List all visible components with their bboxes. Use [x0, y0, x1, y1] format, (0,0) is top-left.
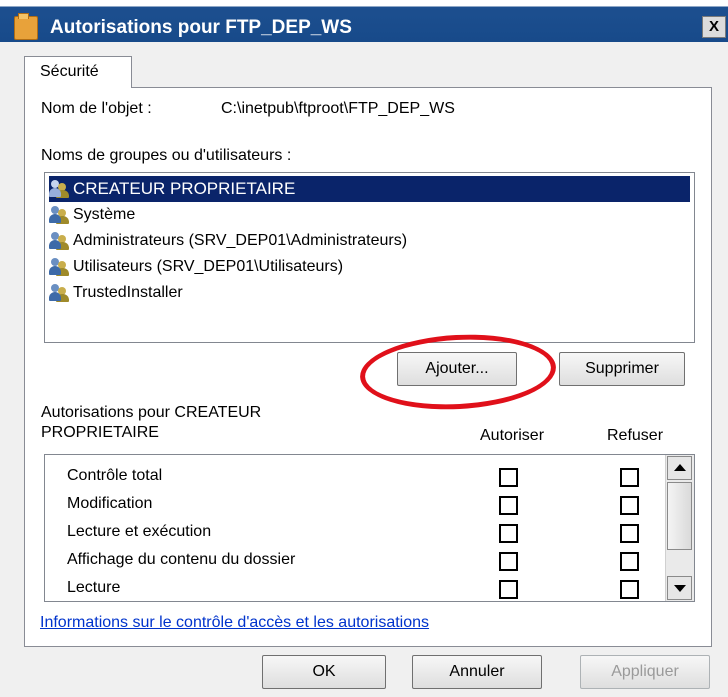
user-group-icon	[49, 257, 71, 277]
list-item[interactable]: Utilisateurs (SRV_DEP01\Utilisateurs)	[49, 254, 343, 280]
table-row: Contrôle total	[45, 463, 665, 491]
permissions-for-label-line2: PROPRIETAIRE	[41, 424, 159, 441]
deny-checkbox[interactable]	[620, 552, 639, 571]
object-path: C:\inetpub\ftproot\FTP_DEP_WS	[221, 100, 455, 117]
folder-icon	[14, 13, 38, 40]
deny-checkbox[interactable]	[620, 468, 639, 487]
allow-checkbox[interactable]	[499, 552, 518, 571]
permission-name: Affichage du contenu du dossier	[67, 551, 296, 568]
list-item[interactable]: Système	[49, 202, 135, 228]
remove-button[interactable]: Supprimer	[559, 352, 685, 386]
deny-checkbox[interactable]	[620, 496, 639, 515]
list-item[interactable]: CREATEUR PROPRIETAIRE	[49, 176, 690, 202]
apply-button[interactable]: Appliquer	[580, 655, 710, 689]
access-control-info-link[interactable]: Informations sur le contrôle d'accès et …	[40, 614, 429, 632]
group-name: Système	[73, 206, 136, 223]
object-name-label: Nom de l'objet :	[41, 100, 152, 117]
permission-name: Lecture et exécution	[67, 523, 212, 540]
group-name: Utilisateurs (SRV_DEP01\Utilisateurs)	[73, 258, 344, 275]
table-row: Affichage du contenu du dossier	[45, 547, 665, 575]
group-name: CREATEUR PROPRIETAIRE	[73, 179, 296, 198]
permission-name: Lecture	[67, 579, 121, 596]
scroll-down-arrow-icon[interactable]	[667, 576, 692, 600]
permission-name: Contrôle total	[67, 467, 163, 484]
deny-checkbox[interactable]	[620, 580, 639, 599]
allow-checkbox[interactable]	[499, 468, 518, 487]
table-row: Lecture et exécution	[45, 519, 665, 547]
table-row: Modification	[45, 491, 665, 519]
tab-securite[interactable]: Sécurité	[24, 56, 132, 88]
groups-listbox[interactable]: CREATEUR PROPRIETAIRE Système Administra…	[44, 172, 695, 343]
user-group-icon	[49, 179, 71, 199]
groups-label: Noms de groupes ou d'utilisateurs :	[41, 147, 292, 164]
deny-checkbox[interactable]	[620, 524, 639, 543]
user-group-icon	[49, 283, 71, 303]
scroll-thumb[interactable]	[667, 482, 692, 550]
permissions-list[interactable]: Contrôle total Modification Lecture et e…	[44, 454, 695, 602]
table-row: Lecture	[45, 575, 665, 601]
user-group-icon	[49, 231, 71, 251]
list-item[interactable]: TrustedInstaller	[49, 280, 183, 306]
title-bar[interactable]: Autorisations pour FTP_DEP_WS X	[0, 0, 728, 42]
scroll-up-arrow-icon[interactable]	[667, 456, 692, 480]
allow-checkbox[interactable]	[499, 524, 518, 543]
cancel-button[interactable]: Annuler	[412, 655, 542, 689]
permissions-for-label-line1: Autorisations pour CREATEUR	[41, 404, 262, 421]
allow-column-header: Autoriser	[480, 427, 545, 444]
list-item[interactable]: Administrateurs (SRV_DEP01\Administrateu…	[49, 228, 407, 254]
user-group-icon	[49, 205, 71, 225]
group-name: TrustedInstaller	[73, 284, 183, 301]
group-name: Administrateurs (SRV_DEP01\Administrateu…	[73, 232, 408, 249]
deny-column-header: Refuser	[607, 427, 664, 444]
permissions-scrollbar[interactable]	[665, 455, 694, 601]
allow-checkbox[interactable]	[499, 496, 518, 515]
ok-button[interactable]: OK	[262, 655, 386, 689]
close-button[interactable]: X	[702, 16, 726, 38]
permissions-dialog: Autorisations pour FTP_DEP_WS X Sécurité…	[0, 0, 728, 697]
permission-name: Modification	[67, 495, 153, 512]
window-title: Autorisations pour FTP_DEP_WS	[50, 17, 352, 38]
allow-checkbox[interactable]	[499, 580, 518, 599]
